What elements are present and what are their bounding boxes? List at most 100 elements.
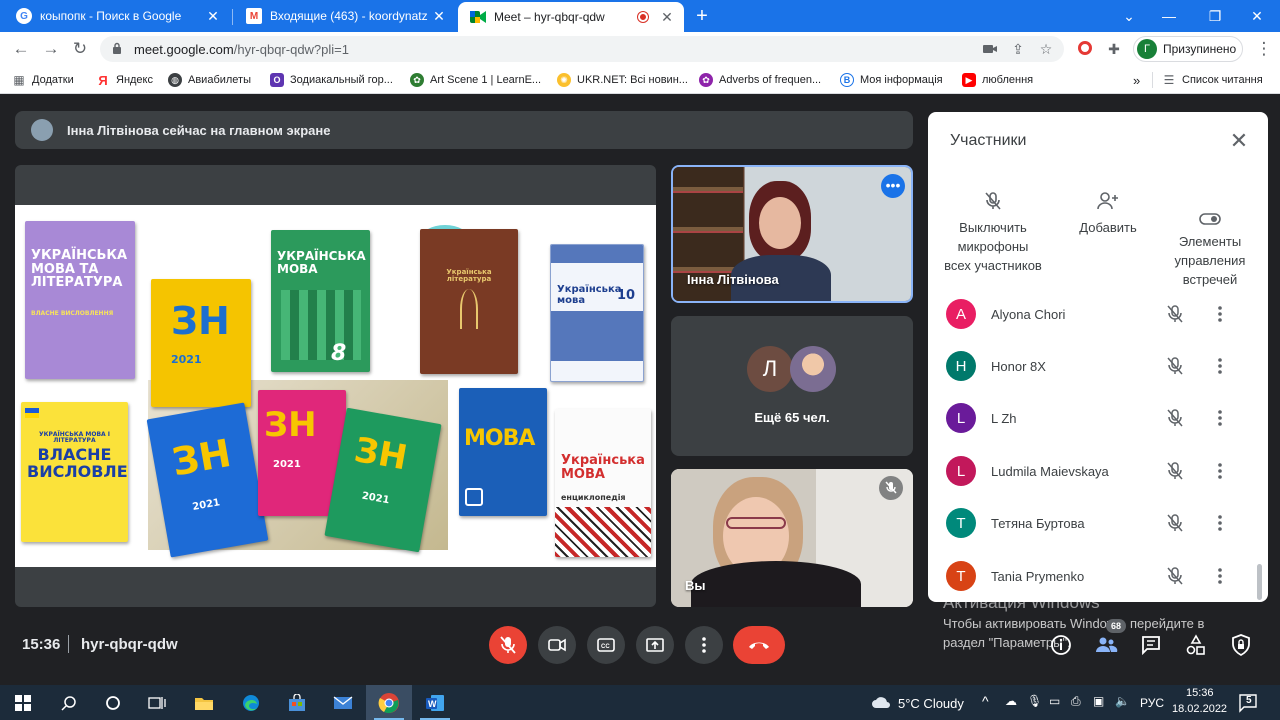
meeting-clock: 15:36 — [22, 636, 61, 653]
more-vert-icon[interactable] — [1210, 356, 1230, 376]
tab-meet[interactable]: Meet – hyr-qbqr-qdw ✕ — [458, 2, 684, 32]
more-options-icon[interactable]: ••• — [881, 174, 905, 198]
battery-icon[interactable]: ▭ — [1049, 694, 1060, 708]
bookmark-item[interactable]: ▶ люблення — [962, 71, 1033, 89]
store-button[interactable] — [274, 685, 320, 720]
opera-extension-icon[interactable] — [1078, 41, 1094, 57]
more-vert-icon[interactable] — [1210, 461, 1230, 481]
book-cover: Українська МОВА енциклопедія — [555, 409, 651, 557]
taskbar-clock-date[interactable]: 18.02.2022 — [1172, 703, 1227, 715]
chat-icon[interactable] — [1139, 633, 1163, 657]
bookmark-item[interactable]: B Моя інформація — [840, 71, 943, 89]
mic-off-icon[interactable] — [1165, 461, 1185, 481]
tab-google-search[interactable]: G коыпопк - Поиск в Google ✕ — [4, 0, 230, 32]
weather-widget[interactable]: 5°C Cloudy — [898, 696, 964, 711]
close-tab-icon[interactable]: ✕ — [656, 9, 678, 26]
bookmark-item[interactable]: ✺ UKR.NET: Всі новин... — [557, 71, 688, 89]
more-vert-icon[interactable] — [1210, 513, 1230, 533]
edge-browser-button[interactable] — [228, 685, 274, 720]
leave-call-button[interactable] — [733, 626, 785, 664]
task-view-button[interactable] — [134, 685, 180, 720]
bookmark-star-icon[interactable]: ☆ — [1038, 41, 1054, 57]
mic-off-icon[interactable] — [1165, 513, 1185, 533]
new-tab-button[interactable]: + — [688, 0, 716, 32]
bookmark-item[interactable]: Я Яндекс — [96, 71, 153, 89]
minimize-button[interactable]: — — [1146, 0, 1192, 32]
profile-button[interactable]: Г Призупинено — [1133, 36, 1243, 62]
panel-scrollbar[interactable] — [1257, 564, 1262, 600]
microphone-toggle-button[interactable] — [489, 626, 527, 664]
activities-icon[interactable] — [1184, 633, 1208, 657]
participant-name: Ludmila Maievskaya — [991, 463, 1109, 479]
more-vert-icon[interactable] — [1210, 408, 1230, 428]
bookmark-item[interactable]: ✿ Art Scene 1 | LearnE... — [410, 71, 541, 89]
input-language[interactable]: РУС — [1140, 696, 1164, 710]
bookmark-item[interactable]: O Зодиакальный гор... — [270, 71, 393, 89]
close-panel-icon[interactable]: ✕ — [1227, 130, 1251, 154]
mic-off-icon[interactable] — [1165, 408, 1185, 428]
reading-list-label: Список читання — [1182, 74, 1263, 86]
taskbar-clock-time[interactable]: 15:36 — [1186, 687, 1214, 699]
bookmark-item[interactable]: ◍ Авиабилеты — [168, 71, 251, 89]
people-icon[interactable] — [1094, 633, 1118, 657]
network-icon[interactable]: ▣ — [1093, 694, 1104, 708]
participant-row[interactable]: L Ludmila Maievskaya — [928, 445, 1268, 497]
participant-row[interactable]: T Тетяна Буртова — [928, 497, 1268, 549]
cortana-button[interactable] — [90, 685, 136, 720]
participant-avatar: T — [946, 561, 976, 591]
more-vert-icon[interactable] — [1210, 566, 1230, 586]
mute-all-button[interactable]: Выключить микрофоны всех участников — [943, 184, 1043, 275]
address-bar[interactable]: meet.google.com/hyr-qbqr-qdw?pli=1 ⇪ ☆ — [100, 36, 1064, 62]
bookmark-item[interactable]: ▦ Додатки — [12, 71, 73, 89]
more-options-button[interactable] — [685, 626, 723, 664]
captions-button[interactable]: CC — [587, 626, 625, 664]
close-window-button[interactable]: ✕ — [1234, 0, 1280, 32]
bookmark-item[interactable]: ✿ Adverbs of frequen... — [699, 71, 821, 89]
recording-indicator-icon — [638, 12, 648, 22]
mic-off-icon[interactable] — [1165, 566, 1185, 586]
printer-icon[interactable]: ⎙ — [1071, 694, 1081, 709]
participant-row[interactable]: H Honor 8X — [928, 340, 1268, 392]
back-arrow-icon[interactable]: ← — [9, 37, 33, 61]
more-menu-icon[interactable]: ⋮ — [1252, 37, 1276, 61]
camera-toggle-button[interactable] — [538, 626, 576, 664]
chrome-taskbar-button[interactable] — [366, 685, 412, 720]
presenter-video-tile[interactable]: ••• Інна Літвінова — [671, 165, 913, 303]
mail-button[interactable] — [320, 685, 366, 720]
reload-icon[interactable]: ↻ — [68, 37, 92, 61]
close-tab-icon[interactable]: ✕ — [202, 8, 224, 25]
mic-off-icon[interactable] — [1165, 304, 1185, 324]
forward-arrow-icon[interactable]: → — [39, 37, 63, 61]
present-screen-button[interactable] — [636, 626, 674, 664]
meeting-details-icon[interactable] — [1049, 633, 1073, 657]
participant-row[interactable]: L L Zh — [928, 392, 1268, 444]
tab-gmail[interactable]: M Входящие (463) - koordynatzia@ ✕ — [234, 0, 456, 32]
bookmarks-overflow-button[interactable]: » — [1133, 71, 1140, 89]
microphone-tray-icon[interactable]: 🎙 — [1027, 694, 1042, 708]
file-explorer-button[interactable] — [181, 685, 227, 720]
add-people-button[interactable]: Добавить — [1058, 184, 1158, 237]
volume-icon[interactable]: 🔈 — [1115, 694, 1130, 708]
tray-chevron-icon[interactable]: ^ — [982, 693, 989, 709]
camera-in-use-icon[interactable] — [982, 41, 998, 57]
host-controls-button[interactable]: Элементы управления встречей — [1160, 212, 1260, 289]
more-participants-tile[interactable]: Л Ещё 65 чел. — [671, 316, 913, 456]
self-video-tile[interactable]: Вы — [671, 469, 913, 607]
edge-icon — [243, 694, 259, 711]
extensions-puzzle-icon[interactable]: ✚ — [1106, 41, 1122, 57]
participant-row[interactable]: A Alyona Chori — [928, 288, 1268, 340]
screen-share-tile[interactable]: УКРАЇНСЬКА МОВА ТА ЛІТЕРАТУРА ВЛАСНЕ ВИС… — [15, 165, 656, 607]
word-taskbar-button[interactable]: W — [412, 685, 458, 720]
mic-off-icon[interactable] — [1165, 356, 1185, 376]
panel-title: Участники — [950, 132, 1027, 149]
close-tab-icon[interactable]: ✕ — [428, 8, 450, 25]
onedrive-icon[interactable]: ☁ — [1005, 694, 1017, 708]
host-controls-shield-icon[interactable] — [1229, 633, 1253, 657]
search-button[interactable] — [46, 685, 92, 720]
start-button[interactable] — [0, 685, 46, 720]
share-icon[interactable]: ⇪ — [1010, 41, 1026, 57]
more-vert-icon[interactable] — [1210, 304, 1230, 324]
notification-center-icon[interactable]: 5 — [1238, 693, 1260, 713]
reading-list-button[interactable]: ☰ Список читання — [1162, 71, 1263, 89]
restore-button[interactable]: ❐ — [1192, 0, 1238, 32]
